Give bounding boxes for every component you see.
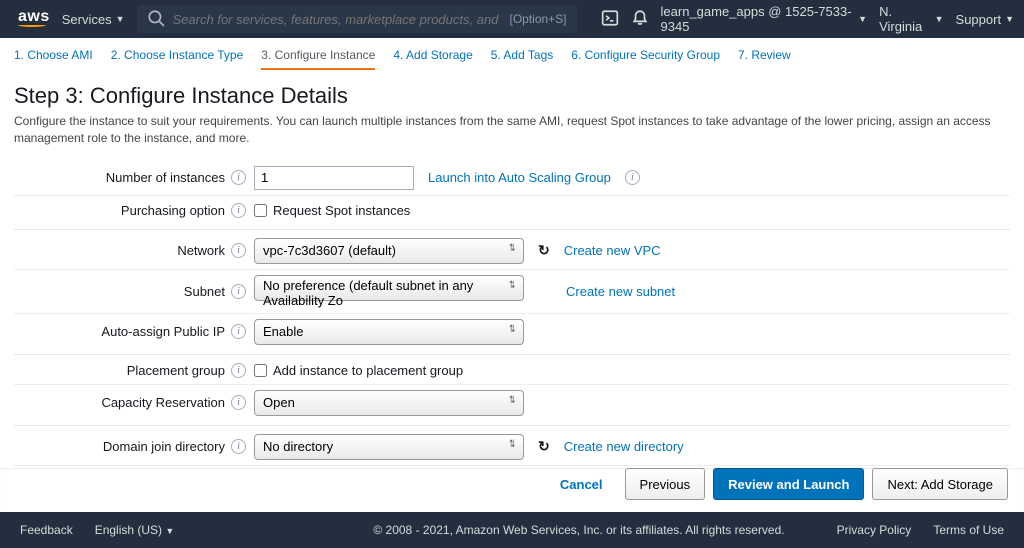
page-body: Step 3: Configure Instance Details Confi… [0,71,1024,536]
copyright: © 2008 - 2021, Amazon Web Services, Inc.… [373,523,784,537]
cloudshell-icon[interactable] [601,9,619,30]
page-description: Configure the instance to suit your requ… [14,113,1010,147]
create-vpc-link[interactable]: Create new VPC [564,243,661,258]
network-label: Network [177,243,225,258]
refresh-icon[interactable]: ↻ [538,242,550,259]
services-menu[interactable]: Services ▼ [62,12,125,27]
support-menu[interactable]: Support ▼ [956,12,1014,27]
refresh-icon[interactable]: ↻ [538,438,550,455]
autoip-value: Enable [263,324,303,339]
network-select[interactable]: vpc-7c3d3607 (default) [254,238,524,264]
capres-label: Capacity Reservation [101,395,225,410]
launch-asg-link[interactable]: Launch into Auto Scaling Group [428,170,611,185]
wizard-step-5[interactable]: 5. Add Tags [491,48,554,70]
num-instances-input[interactable] [254,166,414,190]
placement-checkbox[interactable] [254,364,267,377]
wizard-step-4[interactable]: 4. Add Storage [393,48,472,70]
purchasing-label: Purchasing option [121,203,225,218]
support-label: Support [956,12,1002,27]
autoip-select[interactable]: Enable [254,319,524,345]
page-title: Step 3: Configure Instance Details [14,83,1010,109]
account-menu[interactable]: learn_game_apps @ 1525-7533-9345 ▼ [661,4,868,34]
wizard-actions: Cancel Previous Review and Launch Next: … [546,468,1008,500]
search-icon [147,9,165,30]
wizard-step-7[interactable]: 7. Review [738,48,791,70]
placement-label: Placement group [127,363,225,378]
num-instances-label: Number of instances [106,170,225,185]
wizard-step-2[interactable]: 2. Choose Instance Type [111,48,244,70]
aws-logo[interactable]: aws [18,11,50,26]
global-search[interactable]: [Option+S] [137,5,577,33]
network-value: vpc-7c3d3607 (default) [263,243,396,258]
privacy-link[interactable]: Privacy Policy [837,523,912,537]
placement-cb-label: Add instance to placement group [273,363,463,378]
info-icon[interactable]: i [231,363,246,378]
create-subnet-link[interactable]: Create new subnet [566,284,675,299]
request-spot-checkbox[interactable] [254,204,267,217]
global-nav: aws Services ▼ [Option+S] learn_game_app… [0,0,1024,38]
info-icon[interactable]: i [231,170,246,185]
info-icon[interactable]: i [231,395,246,410]
region-menu[interactable]: N. Virginia ▼ [879,4,943,34]
aws-smile-icon [18,23,46,27]
chevron-down-icon: ▼ [935,14,944,24]
wizard-step-6[interactable]: 6. Configure Security Group [571,48,720,70]
previous-button[interactable]: Previous [625,468,706,500]
domain-select[interactable]: No directory [254,434,524,460]
subnet-value: No preference (default subnet in any Ava… [263,278,473,308]
create-directory-link[interactable]: Create new directory [564,439,684,454]
notifications-icon[interactable] [631,9,649,30]
aws-logo-text: aws [18,11,50,22]
search-shortcut: [Option+S] [509,12,566,26]
chevron-down-icon: ▼ [1005,14,1014,24]
chevron-down-icon: ▼ [858,14,867,24]
language-menu[interactable]: English (US) ▼ [95,523,175,537]
info-icon[interactable]: i [231,284,246,299]
request-spot-label: Request Spot instances [273,203,410,218]
autoip-label: Auto-assign Public IP [101,324,225,339]
domain-label: Domain join directory [103,439,225,454]
info-icon[interactable]: i [231,243,246,258]
domain-value: No directory [263,439,333,454]
review-launch-button[interactable]: Review and Launch [713,468,864,500]
account-label: learn_game_apps @ 1525-7533-9345 [661,4,855,34]
subnet-select[interactable]: No preference (default subnet in any Ava… [254,275,524,301]
info-icon[interactable]: i [625,170,640,185]
capres-value: Open [263,395,295,410]
language-label: English (US) [95,523,162,537]
global-footer: Feedback English (US) ▼ © 2008 - 2021, A… [0,512,1024,548]
info-icon[interactable]: i [231,203,246,218]
chevron-down-icon: ▼ [165,526,174,536]
feedback-link[interactable]: Feedback [20,523,73,537]
chevron-down-icon: ▼ [116,14,125,24]
services-label: Services [62,12,112,27]
wizard-steps: 1. Choose AMI 2. Choose Instance Type 3.… [0,38,1024,71]
subnet-label: Subnet [184,284,225,299]
wizard-step-1[interactable]: 1. Choose AMI [14,48,93,70]
capres-select[interactable]: Open [254,390,524,416]
cancel-button[interactable]: Cancel [546,468,617,500]
terms-link[interactable]: Terms of Use [933,523,1004,537]
info-icon[interactable]: i [231,324,246,339]
region-label: N. Virginia [879,4,931,34]
wizard-step-3[interactable]: 3. Configure Instance [261,48,375,70]
info-icon[interactable]: i [231,439,246,454]
search-input[interactable] [173,12,502,27]
next-button[interactable]: Next: Add Storage [872,468,1008,500]
